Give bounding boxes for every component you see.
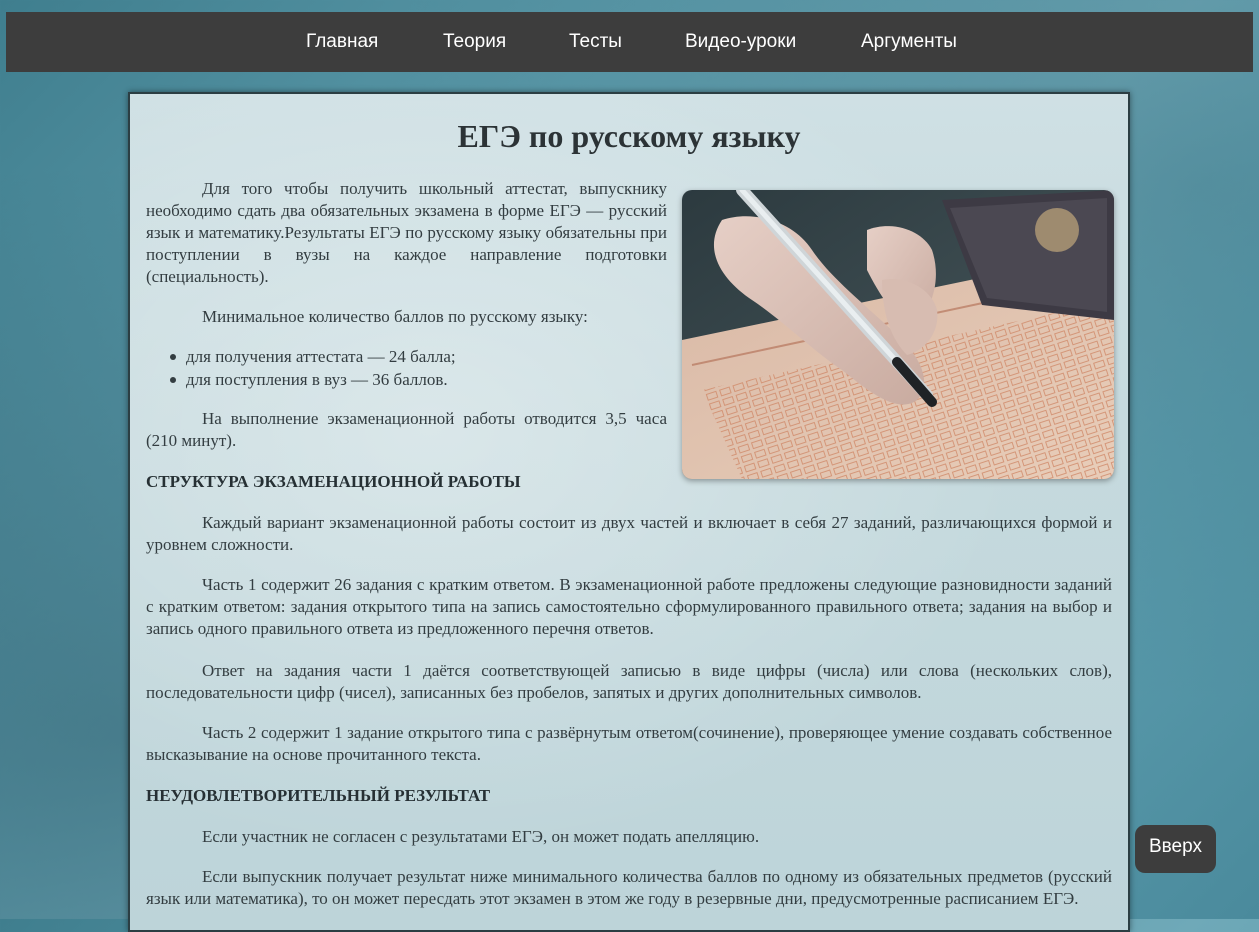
- exam-photo: [682, 190, 1114, 479]
- nav-item-home[interactable]: Главная: [306, 12, 378, 72]
- nav-item-tests[interactable]: Тесты: [569, 12, 622, 72]
- top-navigation: Главная Теория Тесты Видео-уроки Аргумен…: [6, 12, 1253, 72]
- fail-paragraph-2: Если выпускник получает результат ниже м…: [146, 867, 1112, 908]
- structure-paragraph-3: Ответ на задания части 1 даётся соответс…: [146, 661, 1112, 702]
- min-score-list: для получения аттестата — 24 балла; для …: [146, 345, 456, 391]
- nav-item-arguments[interactable]: Аргументы: [861, 12, 957, 72]
- scroll-to-top-button[interactable]: Вверх: [1135, 825, 1216, 873]
- list-item: для получения аттестата — 24 балла;: [146, 345, 456, 368]
- list-item: для поступления в вуз — 36 баллов.: [146, 368, 456, 391]
- nav-item-theory[interactable]: Теория: [443, 12, 506, 72]
- structure-heading: СТРУКТУРА ЭКЗАМЕНАЦИОННОЙ РАБОТЫ: [146, 472, 521, 491]
- page-title: ЕГЭ по русскому языку: [457, 118, 801, 154]
- structure-paragraph-4: Часть 2 содержит 1 задание открытого тип…: [146, 723, 1112, 764]
- structure-paragraph-2: Часть 1 содержит 26 задания с кратким от…: [146, 575, 1112, 638]
- structure-paragraph-1: Каждый вариант экзаменационной работы со…: [146, 513, 1112, 554]
- min-score-intro: Минимальное количество баллов по русском…: [202, 307, 588, 326]
- article-panel: ЕГЭ по русскому языку Для того чтобы пол…: [128, 92, 1130, 932]
- nav-item-video-lessons[interactable]: Видео-уроки: [685, 12, 796, 72]
- intro-paragraph: Для того чтобы получить школьный аттеста…: [146, 179, 667, 286]
- fail-paragraph-1: Если участник не согласен с результатами…: [202, 827, 760, 846]
- fail-heading: НЕУДОВЛЕТВОРИТЕЛЬНЫЙ РЕЗУЛЬТАТ: [146, 786, 491, 805]
- duration-paragraph: На выполнение экзаменационной работы отв…: [146, 409, 667, 450]
